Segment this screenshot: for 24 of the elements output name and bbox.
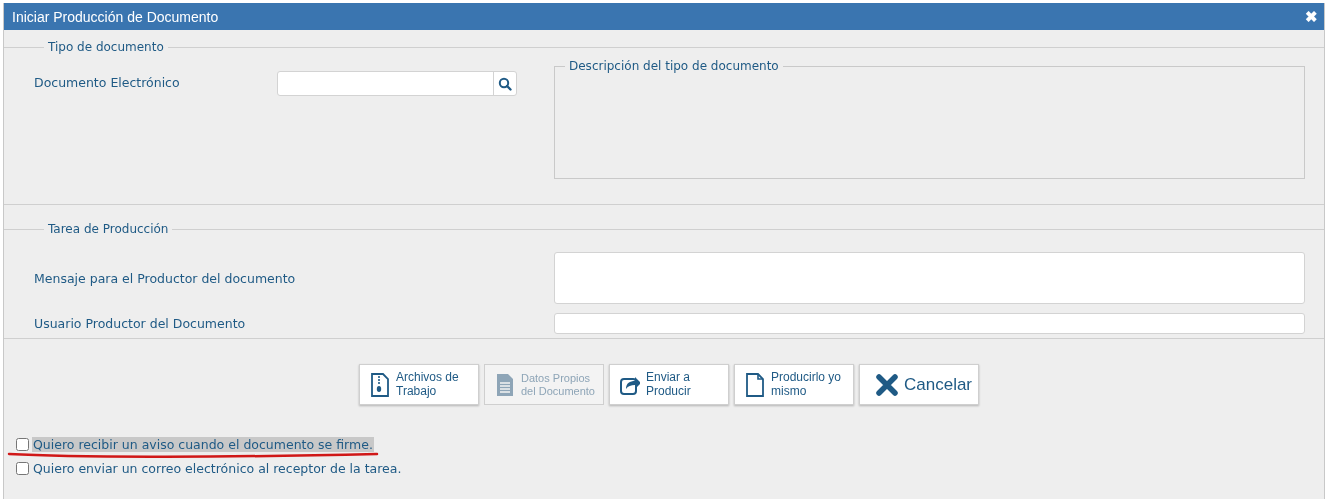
input-field[interactable] bbox=[554, 313, 1305, 334]
field-label: Documento Electrónico bbox=[34, 74, 181, 90]
document-icon bbox=[745, 372, 765, 397]
zip-file-icon bbox=[370, 372, 390, 397]
close-button[interactable]: ✖ bbox=[1305, 9, 1318, 24]
action-button[interactable]: Enviar a Producir bbox=[609, 364, 729, 405]
search-icon bbox=[498, 76, 512, 91]
checkbox[interactable] bbox=[16, 461, 29, 475]
action-button[interactable]: Archivos de Trabajo bbox=[359, 364, 479, 405]
action-button[interactable]: Cancelar bbox=[859, 364, 979, 405]
checkbox-label[interactable]: Quiero enviar un correo electrónico al receptor de la tarea. bbox=[32, 460, 403, 476]
close-icon bbox=[876, 373, 898, 396]
document-icon bbox=[495, 372, 515, 397]
fieldset-legend: Descripción del tipo de documento bbox=[565, 59, 783, 73]
message-field[interactable] bbox=[554, 252, 1305, 304]
field-label: Usuario Productor del Documento bbox=[34, 316, 247, 331]
checkbox-label[interactable]: Quiero recibir un aviso cuando el documento se firme. bbox=[32, 436, 374, 452]
fieldset-legend: Tarea de Producción bbox=[44, 222, 173, 236]
action-button[interactable]: Producirlo yo mismo bbox=[734, 364, 854, 405]
fieldset-legend: Tipo de documento bbox=[44, 40, 168, 54]
window-title: Iniciar Producción de Documento bbox=[12, 8, 219, 25]
field-label: Mensaje para el Productor del documento bbox=[34, 270, 297, 286]
search-field[interactable] bbox=[277, 71, 517, 96]
checkbox[interactable] bbox=[16, 437, 29, 451]
